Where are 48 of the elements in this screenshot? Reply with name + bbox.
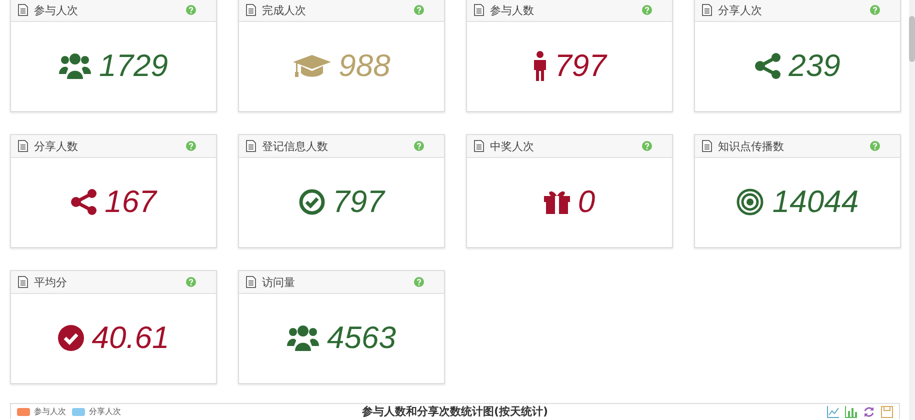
help-icon[interactable] <box>642 5 652 15</box>
stat-value: 1729 <box>99 48 168 84</box>
help-icon[interactable] <box>414 5 424 15</box>
card-title: 分享人数 <box>34 138 79 154</box>
help-icon[interactable] <box>414 141 424 151</box>
document-icon <box>702 4 712 16</box>
card-title: 平均分 <box>34 274 68 290</box>
document-icon <box>18 140 28 152</box>
card-title: 中奖人次 <box>490 138 535 154</box>
document-icon <box>246 4 256 16</box>
stat-value: 988 <box>338 48 390 84</box>
card-title: 登记信息人数 <box>262 138 329 154</box>
stat-value: 797 <box>332 184 384 220</box>
chart-title: 参与人数和分享次数统计图(按天统计) <box>362 405 548 418</box>
refresh-icon[interactable] <box>863 406 875 418</box>
document-icon <box>18 4 28 16</box>
stat-value: 40.61 <box>92 320 170 356</box>
scrollbar-thumb[interactable] <box>909 16 915 62</box>
card-title: 完成人次 <box>262 2 307 18</box>
bar-chart-icon[interactable] <box>845 406 857 418</box>
stat-value: 239 <box>788 48 840 84</box>
help-icon[interactable] <box>870 5 880 15</box>
stat-value: 797 <box>554 48 606 84</box>
help-icon[interactable] <box>414 277 424 287</box>
card-title: 知识点传播数 <box>718 138 785 154</box>
stat-value: 167 <box>104 184 156 220</box>
help-icon[interactable] <box>186 5 196 15</box>
stat-value: 14044 <box>772 184 859 220</box>
card-title: 参与人次 <box>34 2 79 18</box>
help-icon[interactable] <box>186 277 196 287</box>
help-icon[interactable] <box>870 141 880 151</box>
card-title: 访问量 <box>262 274 296 290</box>
document-icon <box>702 140 712 152</box>
help-icon[interactable] <box>186 141 196 151</box>
card-title: 分享人次 <box>718 2 763 18</box>
legend-label[interactable]: 分享人次 <box>89 406 121 417</box>
document-icon <box>246 276 256 288</box>
document-icon <box>474 140 484 152</box>
save-icon[interactable] <box>881 406 893 418</box>
document-icon <box>18 276 28 288</box>
document-icon <box>246 140 256 152</box>
stat-value: 4563 <box>327 320 396 356</box>
legend-label[interactable]: 参与人次 <box>34 406 66 417</box>
stat-value: 0 <box>578 184 596 220</box>
card-title: 参与人数 <box>490 2 535 18</box>
line-chart-icon[interactable] <box>827 406 839 418</box>
help-icon[interactable] <box>642 141 652 151</box>
document-icon <box>474 4 484 16</box>
